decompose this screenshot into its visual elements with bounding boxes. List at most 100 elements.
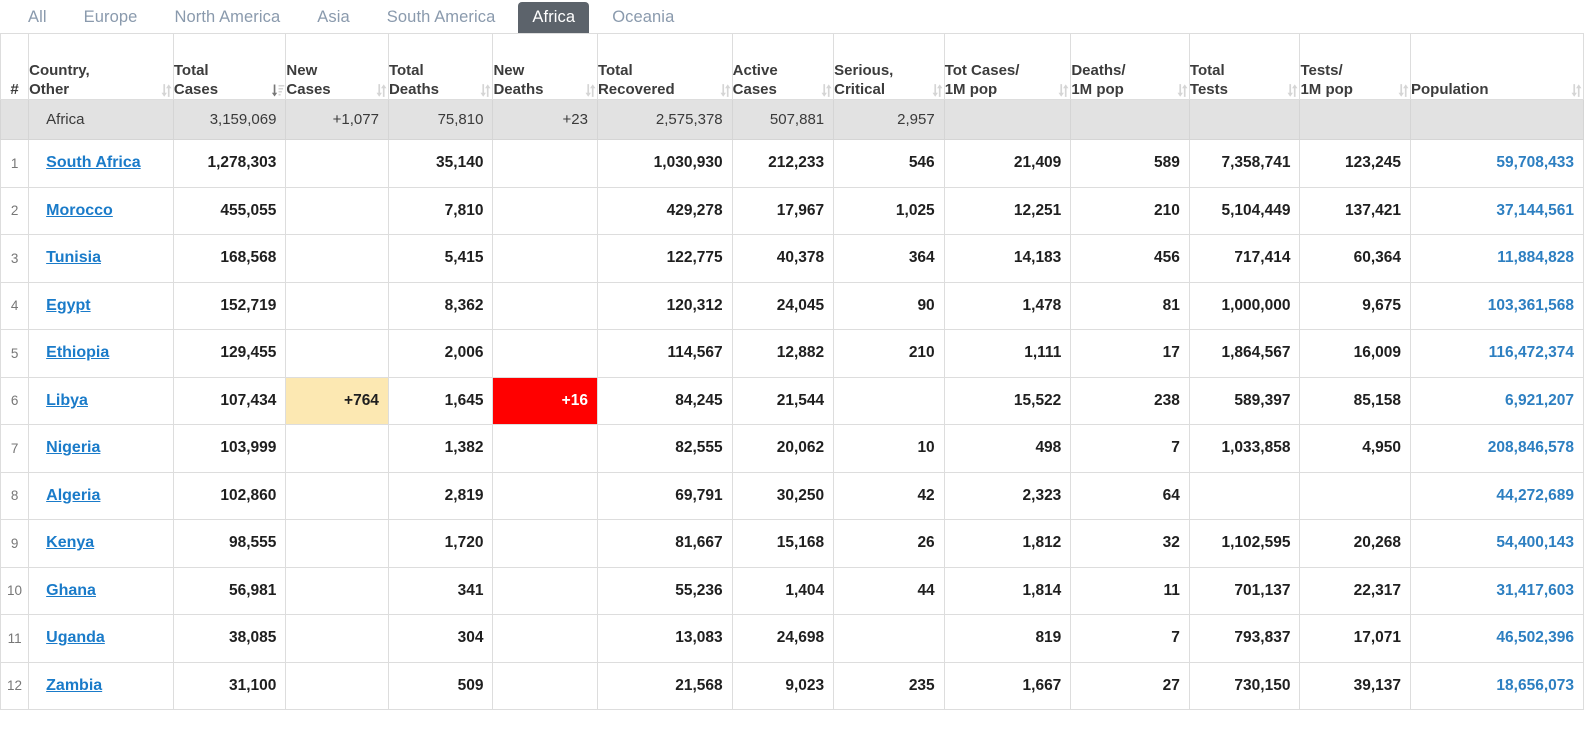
column-header-totrec[interactable]: Total Recovered [596, 33, 733, 100]
country-link[interactable]: Egypt [46, 297, 90, 314]
country-link[interactable]: Ghana [46, 582, 96, 599]
table-row: 9 Kenya 98,555 1,720 81,667 15,168 26 1,812 32 1,… [0, 519, 1584, 568]
country-link[interactable]: Tunisia [46, 249, 101, 266]
country-link[interactable]: Zambia [46, 677, 102, 694]
column-header-tottests[interactable]: Total Tests [1188, 33, 1301, 100]
country-link[interactable]: Ethiopia [46, 344, 109, 361]
cell-newcases [285, 186, 389, 235]
tab-asia[interactable]: Asia [303, 2, 364, 33]
cell-casespm: 1,667 [943, 661, 1072, 710]
country-cell[interactable]: Morocco [28, 186, 174, 235]
country-cell[interactable]: Libya [28, 376, 174, 425]
sort-both-icon[interactable] [930, 83, 944, 98]
cell-newcases [285, 661, 389, 710]
country-cell[interactable]: Algeria [28, 471, 174, 520]
sort-both-icon[interactable] [1285, 83, 1299, 98]
cell-population: 116,472,374 [1410, 329, 1584, 378]
tab-africa[interactable]: Africa [518, 2, 590, 33]
tab-oceania[interactable]: Oceania [598, 2, 688, 33]
cell-totdeaths: 5,415 [387, 234, 494, 283]
country-link[interactable]: Uganda [46, 629, 105, 646]
cell-deathspm: 32 [1070, 519, 1190, 568]
column-header-totcases[interactable]: Total Cases [172, 33, 287, 100]
table-row: 10 Ghana 56,981 341 55,236 1,404 44 1,814 11 701,… [0, 566, 1584, 615]
column-header-line2: Deaths [493, 81, 544, 98]
country-link[interactable]: Morocco [46, 202, 113, 219]
column-header-idx[interactable]: # [0, 33, 30, 100]
tab-south-america[interactable]: South America [373, 2, 510, 33]
column-header-totdeaths[interactable]: Total Deaths [387, 33, 494, 100]
cell-totcases: 107,434 [172, 376, 287, 425]
cell-idx: 11 [0, 614, 30, 663]
column-header-deathspm[interactable]: Deaths/1M pop [1070, 33, 1190, 100]
summary-cell-active: 507,881 [731, 99, 835, 140]
cell-idx: 12 [0, 661, 30, 710]
sort-both-icon[interactable] [718, 83, 732, 98]
column-header-active[interactable]: Active Cases [731, 33, 835, 100]
cell-casespm: 1,812 [943, 519, 1072, 568]
tab-north-america[interactable]: North America [160, 2, 294, 33]
country-cell[interactable]: Nigeria [28, 424, 174, 473]
cell-population: 208,846,578 [1410, 424, 1584, 473]
sort-both-icon[interactable] [583, 83, 597, 98]
tab-all[interactable]: All [14, 2, 61, 33]
country-link[interactable]: South Africa [46, 154, 141, 171]
column-header-population[interactable]: Population [1410, 33, 1584, 100]
sort-both-icon[interactable] [478, 83, 492, 98]
cell-testspm: 16,009 [1299, 329, 1411, 378]
cell-serious [833, 614, 945, 663]
cell-deathspm: 7 [1070, 614, 1190, 663]
cell-deathspm: 64 [1070, 471, 1190, 520]
cell-newcases [285, 471, 389, 520]
column-header-casespm[interactable]: Tot Cases/1M pop [943, 33, 1072, 100]
cell-active: 17,967 [731, 186, 835, 235]
country-link[interactable]: Nigeria [46, 439, 100, 456]
country-cell[interactable]: Zambia [28, 661, 174, 710]
sort-both-icon[interactable] [1175, 83, 1189, 98]
column-header-line2: 1M pop [944, 81, 998, 98]
tab-europe[interactable]: Europe [70, 2, 152, 33]
country-cell[interactable]: Egypt [28, 281, 174, 330]
column-header-line1: Tot Cases/ [944, 62, 1020, 79]
cell-population: 103,361,568 [1410, 281, 1584, 330]
column-header-country[interactable]: Country, Other [28, 33, 174, 100]
cell-casespm: 1,111 [943, 329, 1072, 378]
sort-both-icon[interactable] [159, 83, 173, 98]
sort-both-icon[interactable] [1396, 83, 1410, 98]
country-cell[interactable]: Tunisia [28, 234, 174, 283]
cell-serious: 10 [833, 424, 945, 473]
column-header-line1: New [286, 62, 318, 79]
country-link[interactable]: Kenya [46, 534, 94, 551]
column-header-testspm[interactable]: Tests/1M pop [1299, 33, 1411, 100]
cell-testspm: 60,364 [1299, 234, 1411, 283]
country-cell[interactable]: Ghana [28, 566, 174, 615]
cell-active: 30,250 [731, 471, 835, 520]
country-cell[interactable]: Uganda [28, 614, 174, 663]
cell-deathspm: 17 [1070, 329, 1190, 378]
country-cell[interactable]: South Africa [28, 139, 174, 188]
column-header-newdeaths[interactable]: New Deaths [492, 33, 598, 100]
column-header-line1: Country, [29, 62, 90, 79]
cell-population: 31,417,603 [1410, 566, 1584, 615]
sort-both-icon[interactable] [1569, 83, 1583, 98]
column-header-line2: Other [29, 81, 70, 98]
sort-both-icon[interactable] [1056, 83, 1070, 98]
country-link[interactable]: Libya [46, 392, 88, 409]
sort-both-icon[interactable] [819, 83, 833, 98]
cell-active: 15,168 [731, 519, 835, 568]
column-header-serious[interactable]: Serious, Critical [833, 33, 945, 100]
country-cell[interactable]: Ethiopia [28, 329, 174, 378]
column-header-line1: Deaths/ [1071, 62, 1126, 79]
sort-both-icon[interactable] [374, 83, 388, 98]
cell-newdeaths [492, 281, 598, 330]
table-row: 2 Morocco 455,055 7,810 429,278 17,967 1,025 12… [0, 186, 1584, 235]
column-header-newcases[interactable]: New Cases [285, 33, 389, 100]
country-cell[interactable]: Kenya [28, 519, 174, 568]
country-link[interactable]: Algeria [46, 487, 100, 504]
sort-amount-down-icon[interactable] [271, 83, 285, 98]
cell-tottests: 1,102,595 [1188, 519, 1301, 568]
column-header-line1: Serious, [834, 62, 894, 79]
cell-deathspm: 27 [1070, 661, 1190, 710]
column-header-label: # [10, 81, 19, 98]
cell-newdeaths [492, 234, 598, 283]
